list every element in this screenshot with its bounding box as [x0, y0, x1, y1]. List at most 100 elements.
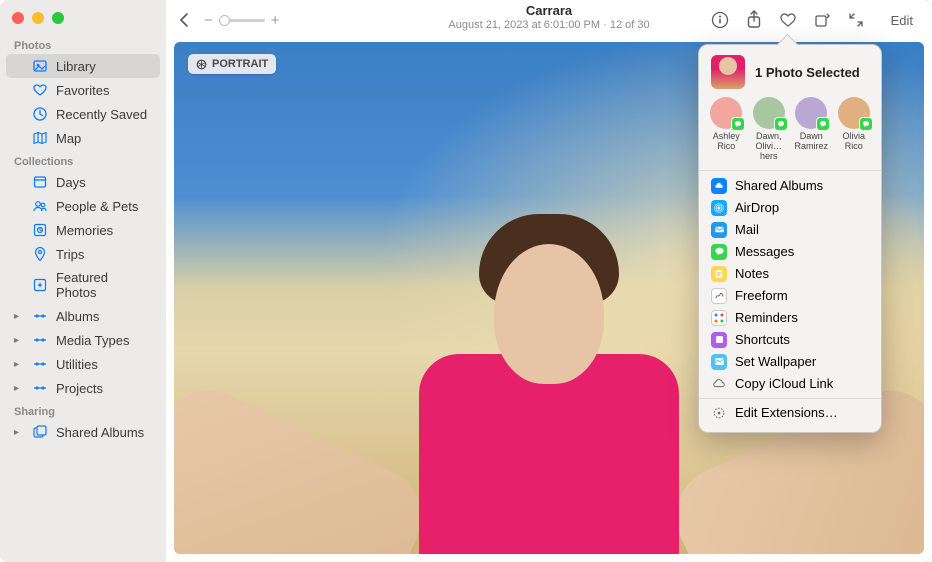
clock-icon	[32, 106, 48, 122]
edit-button[interactable]: Edit	[880, 10, 924, 31]
chevron-right-icon: ▸	[14, 335, 24, 346]
sidebar-item-label: Trips	[56, 247, 84, 262]
heart-icon	[32, 82, 48, 98]
photo-title: Carrara	[448, 3, 649, 18]
sidebar-item-library[interactable]: Library	[6, 54, 160, 78]
tool-icon	[32, 308, 48, 324]
message-icon	[711, 244, 727, 260]
share-row-label: Copy iCloud Link	[735, 376, 833, 391]
sidebar-item-shared-albums[interactable]: ▸Shared Albums	[6, 420, 160, 444]
share-app-mail[interactable]: Mail	[699, 219, 881, 241]
messages-badge-icon	[731, 117, 745, 131]
mail-icon	[711, 222, 727, 238]
favorite-button[interactable]	[778, 10, 798, 30]
share-contact[interactable]: Olivia Rico	[833, 97, 875, 162]
messages-badge-icon	[859, 117, 873, 131]
exit-fullscreen-button[interactable]	[846, 10, 866, 30]
sidebar-item-memories[interactable]: Memories	[6, 218, 160, 242]
sidebar-section-header: Sharing	[6, 400, 160, 420]
share-app-shortcuts[interactable]: Shortcuts	[699, 329, 881, 351]
share-popover: 1 Photo Selected Ashley RicoDawn, Olivi……	[698, 44, 882, 433]
sidebar-item-favorites[interactable]: Favorites	[6, 78, 160, 102]
pin-icon	[32, 246, 48, 262]
share-app-messages[interactable]: Messages	[699, 241, 881, 263]
share-app-reminders[interactable]: Reminders	[699, 307, 881, 329]
chevron-right-icon: ▸	[14, 383, 24, 394]
sidebar-item-label: Media Types	[56, 333, 129, 348]
sidebar-list: PhotosLibraryFavoritesRecently SavedMapC…	[0, 34, 166, 444]
zoom-out-button[interactable]: −	[204, 12, 213, 29]
sidebar-item-label: Albums	[56, 309, 99, 324]
contact-name: Dawn Ramirez	[790, 132, 832, 152]
sidebar-item-utilities[interactable]: ▸ Utilities	[6, 352, 160, 376]
sidebar-item-label: Library	[56, 59, 96, 74]
sidebar-item-label: Recently Saved	[56, 107, 147, 122]
sidebar-item-people-pets[interactable]: People & Pets	[6, 194, 160, 218]
sidebar-item-label: People & Pets	[56, 199, 138, 214]
share-contact[interactable]: Ashley Rico	[705, 97, 747, 162]
sidebar-item-label: Map	[56, 131, 81, 146]
freeform-icon	[711, 288, 727, 304]
share-contact[interactable]: Dawn Ramirez	[790, 97, 832, 162]
sidebar-item-map[interactable]: Map	[6, 126, 160, 150]
app-window: PhotosLibraryFavoritesRecently SavedMapC…	[0, 0, 932, 562]
share-footer-edit-extensions…[interactable]: Edit Extensions…	[699, 402, 881, 424]
shortcuts-icon	[711, 332, 727, 348]
back-button[interactable]	[174, 10, 194, 30]
zoom-slider[interactable]	[219, 19, 265, 22]
chevron-right-icon: ▸	[14, 359, 24, 370]
sidebar-item-trips[interactable]: Trips	[6, 242, 160, 266]
sidebar: PhotosLibraryFavoritesRecently SavedMapC…	[0, 0, 166, 562]
share-app-freeform[interactable]: Freeform	[699, 285, 881, 307]
share-row-label: Reminders	[735, 310, 798, 325]
tool-icon	[32, 356, 48, 372]
share-button[interactable]	[744, 10, 764, 30]
close-window-button[interactable]	[12, 12, 24, 24]
sidebar-item-recently-saved[interactable]: Recently Saved	[6, 102, 160, 126]
sidebar-item-albums[interactable]: ▸ Albums	[6, 304, 160, 328]
sidebar-item-label: Projects	[56, 381, 103, 396]
avatar	[753, 97, 785, 129]
sidebar-item-label: Favorites	[56, 83, 109, 98]
chevron-right-icon: ▸	[14, 311, 24, 322]
sidebar-item-label: Utilities	[56, 357, 98, 372]
share-app-set-wallpaper[interactable]: Set Wallpaper	[699, 351, 881, 373]
portrait-badge[interactable]: PORTRAIT	[188, 54, 276, 74]
share-app-shared-albums[interactable]: Shared Albums	[699, 175, 881, 197]
photo-subtitle: August 21, 2023 at 6:01:00 PM · 12 of 30	[448, 19, 649, 31]
share-app-notes[interactable]: Notes	[699, 263, 881, 285]
aperture-icon	[196, 59, 207, 70]
airdrop-icon	[711, 200, 727, 216]
share-system-copy-icloud-link[interactable]: Copy iCloud Link	[699, 373, 881, 395]
reminders-icon	[711, 310, 727, 326]
share-contacts-row: Ashley RicoDawn, Olivi…hersDawn RamirezO…	[699, 97, 881, 171]
tool-icon	[32, 332, 48, 348]
sidebar-item-media-types[interactable]: ▸ Media Types	[6, 328, 160, 352]
sidebar-item-days[interactable]: Days	[6, 170, 160, 194]
sidebar-item-featured-photos[interactable]: Featured Photos	[6, 266, 160, 304]
sidebar-item-label: Days	[56, 175, 86, 190]
notes-icon	[711, 266, 727, 282]
tool-icon	[32, 380, 48, 396]
messages-badge-icon	[774, 117, 788, 131]
share-row-label: Notes	[735, 266, 769, 281]
zoom-in-button[interactable]: +	[271, 12, 280, 29]
rotate-button[interactable]	[812, 10, 832, 30]
minimize-window-button[interactable]	[32, 12, 44, 24]
share-row-label: AirDrop	[735, 200, 779, 215]
extensions-icon	[711, 405, 727, 421]
share-app-airdrop[interactable]: AirDrop	[699, 197, 881, 219]
zoom-control: − +	[204, 12, 280, 29]
toolbar: − + Carrara August 21, 2023 at 6:01:00 P…	[166, 0, 932, 40]
info-button[interactable]	[710, 10, 730, 30]
messages-badge-icon	[816, 117, 830, 131]
sparkle-icon	[32, 277, 48, 293]
share-row-label: Shared Albums	[735, 178, 823, 193]
share-contact[interactable]: Dawn, Olivi…hers	[748, 97, 790, 162]
sidebar-section-header: Collections	[6, 150, 160, 170]
zoom-window-button[interactable]	[52, 12, 64, 24]
sidebar-item-projects[interactable]: ▸ Projects	[6, 376, 160, 400]
share-app-list: Shared Albums AirDrop MailMessages Notes Fre…	[699, 171, 881, 428]
toolbar-title-group: Carrara August 21, 2023 at 6:01:00 PM · …	[448, 3, 649, 31]
calendar-icon	[32, 174, 48, 190]
